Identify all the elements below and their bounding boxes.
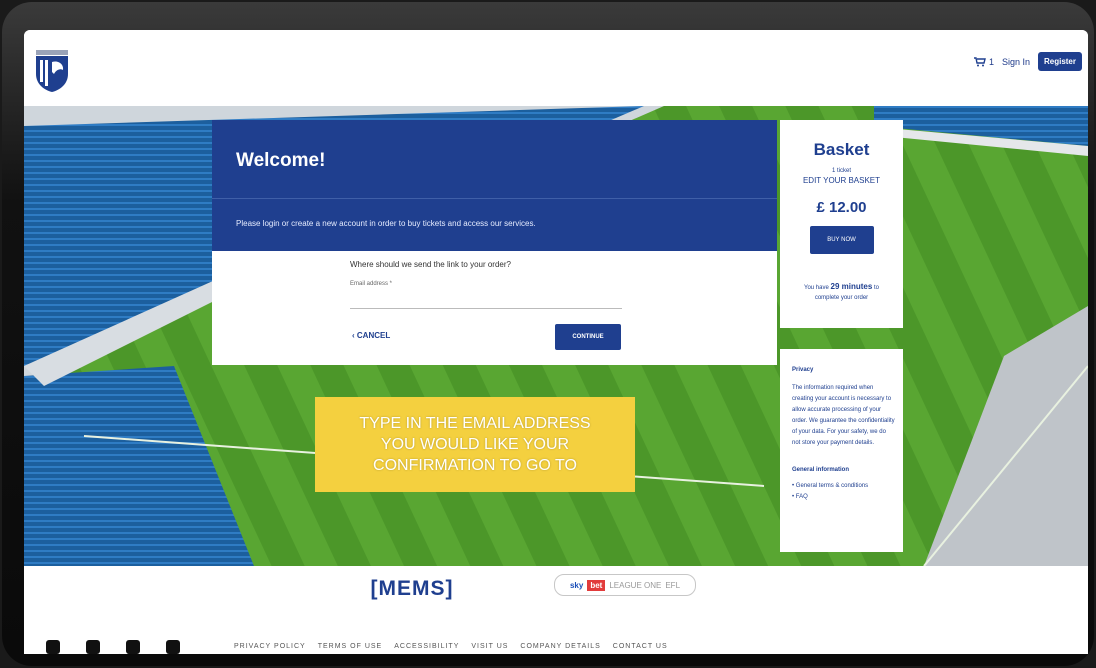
privacy-title: Privacy <box>792 367 814 373</box>
time-remaining-note: You have 29 minutes to complete your ord… <box>804 282 879 301</box>
welcome-subtitle: Please login or create a new account in … <box>236 219 536 228</box>
email-field-label: Email address * <box>350 281 393 287</box>
footer-links: PRIVACY POLICY TERMS OF USE ACCESSIBILIT… <box>234 643 668 650</box>
terms-of-use-link[interactable]: TERMS OF USE <box>318 643 383 650</box>
cart-link[interactable]: 1 <box>973 56 994 67</box>
sponsor-logo[interactable]: [MEMS] <box>352 576 472 602</box>
club-crest-logo[interactable] <box>34 50 70 92</box>
facebook-icon[interactable] <box>86 640 100 654</box>
ticket-count: 1 ticket <box>831 168 851 174</box>
browser-screen: 1 Sign In Register Welcome! Please login… <box>24 30 1088 654</box>
welcome-header: Welcome! <box>212 120 777 198</box>
league-logo[interactable]: sky bet LEAGUE ONE EFL <box>554 574 696 596</box>
email-question: Where should we send the link to your or… <box>350 260 511 269</box>
email-form: Where should we send the link to your or… <box>212 250 777 365</box>
header-actions: 1 Sign In Register <box>973 52 1082 71</box>
youtube-icon[interactable] <box>126 640 140 654</box>
signin-link[interactable]: Sign In <box>1002 57 1030 67</box>
cancel-button[interactable]: ‹ CANCEL <box>352 331 390 340</box>
general-info-title: General information <box>792 467 850 473</box>
contact-us-link[interactable]: CONTACT US <box>613 643 668 650</box>
faq-link[interactable]: • FAQ <box>792 492 895 503</box>
privacy-text: The information required when creating y… <box>792 385 895 446</box>
twitter-icon[interactable] <box>46 640 60 654</box>
welcome-subtitle-bar: Please login or create a new account in … <box>212 198 777 251</box>
continue-button[interactable]: CONTINUE <box>555 324 621 350</box>
basket-panel: Basket 1 ticket EDIT YOUR BASKET £ 12.00… <box>780 120 903 328</box>
callout-text: TYPE IN THE EMAIL ADDRESS YOU WOULD LIKE… <box>359 415 591 474</box>
terms-link[interactable]: • General terms & conditions <box>792 481 895 492</box>
email-field[interactable] <box>350 308 622 309</box>
privacy-panel: Privacy The information required when cr… <box>780 349 903 552</box>
welcome-title: Welcome! <box>236 150 326 171</box>
privacy-policy-link[interactable]: PRIVACY POLICY <box>234 643 306 650</box>
cart-icon <box>973 56 986 66</box>
basket-total-price: £ 12.00 <box>816 199 867 216</box>
welcome-login-card: Welcome! Please login or create a new ac… <box>212 120 777 365</box>
edit-basket-link[interactable]: EDIT YOUR BASKET <box>780 176 903 185</box>
buy-now-button[interactable]: BUY NOW <box>809 226 874 254</box>
register-button[interactable]: Register <box>1037 52 1082 71</box>
instruction-callout: TYPE IN THE EMAIL ADDRESS YOU WOULD LIKE… <box>315 397 635 492</box>
instagram-icon[interactable] <box>166 640 180 654</box>
time-remaining-value: 29 minutes <box>830 282 873 291</box>
cancel-label: CANCEL <box>356 331 391 340</box>
site-footer: [MEMS] sky bet LEAGUE ONE EFL PRIVACY PO… <box>24 566 1088 654</box>
cart-count: 1 <box>988 56 994 67</box>
general-info-links: • General terms & conditions • FAQ <box>792 481 895 503</box>
basket-title: Basket <box>813 140 870 159</box>
visit-us-link[interactable]: VISIT US <box>471 643 508 650</box>
company-details-link[interactable]: COMPANY DETAILS <box>520 643 600 650</box>
social-links <box>46 640 180 654</box>
accessibility-link[interactable]: ACCESSIBILITY <box>394 643 459 650</box>
site-header: 1 Sign In Register <box>24 30 1088 106</box>
